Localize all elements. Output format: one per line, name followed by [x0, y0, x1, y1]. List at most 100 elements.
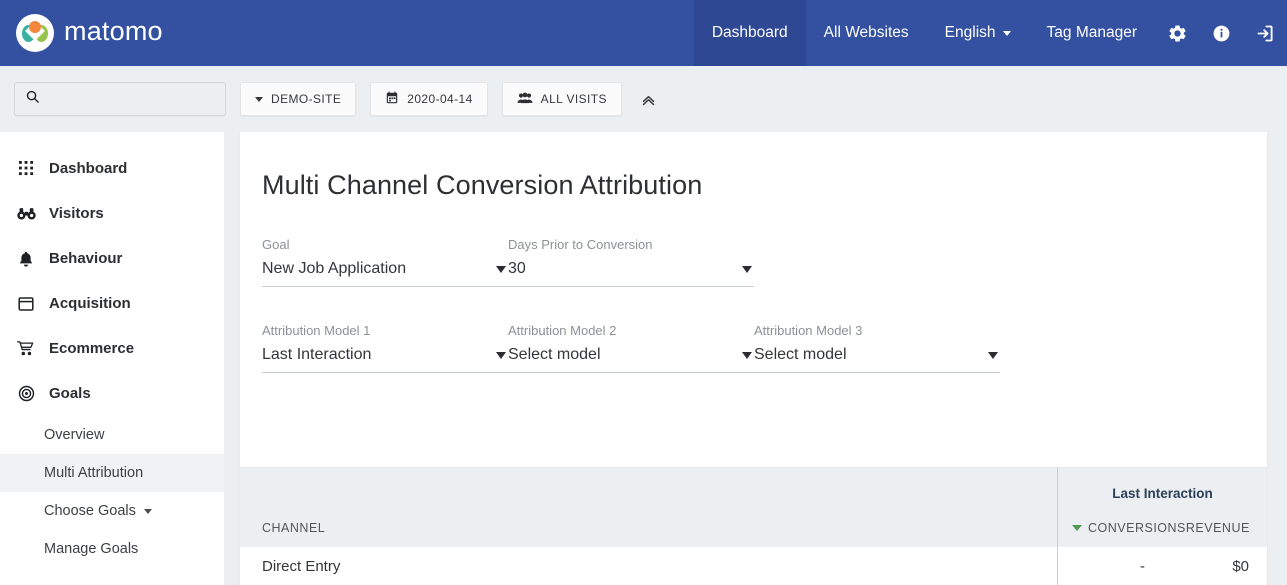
search-box[interactable] [14, 82, 226, 116]
goal-field: Goal New Job Application [262, 237, 508, 287]
bell-icon [16, 251, 36, 267]
content-card: Multi Channel Conversion Attribution Goa… [240, 132, 1267, 585]
sidebar-item-label: Ecommerce [49, 340, 135, 357]
column-header-revenue[interactable]: REVENUE [1186, 521, 1267, 535]
attribution-form-panel: Multi Channel Conversion Attribution Goa… [240, 132, 1267, 373]
chevron-down-icon [742, 265, 752, 273]
column-header-conversions[interactable]: CONVERSIONS [1058, 521, 1186, 535]
attribution-model-3-value: Select model [754, 346, 847, 363]
info-icon[interactable] [1199, 0, 1243, 66]
sidebar: Dashboard Visitors Behaviour Acquisition… [0, 132, 225, 585]
nav-item-all-websites[interactable]: All Websites [806, 0, 927, 66]
sidebar-item-label: Acquisition [49, 295, 131, 312]
days-prior-field-label: Days Prior to Conversion [508, 237, 653, 252]
search-icon [25, 89, 40, 109]
metrics-group-title: Last Interaction [1112, 486, 1213, 501]
sort-descending-icon [1072, 525, 1082, 531]
brand-name: matomo [64, 16, 163, 46]
sidebar-item-ecommerce[interactable]: Ecommerce [0, 326, 224, 371]
users-icon [517, 91, 533, 108]
calendar-icon [385, 91, 399, 108]
sidebar-subitem-manage-goals[interactable]: Manage Goals [0, 530, 224, 568]
sidebar-item-visitors[interactable]: Visitors [0, 191, 224, 236]
table-row[interactable]: Direct Entry [240, 547, 1057, 585]
segment-selector-label: ALL VISITS [540, 92, 607, 106]
column-header-conversions-label: CONVERSIONS [1088, 521, 1186, 535]
attribution-model-2-label: Attribution Model 2 [508, 323, 617, 338]
table-channel-column: CHANNEL Direct Entry [240, 468, 1057, 585]
page-title: Multi Channel Conversion Attribution [262, 170, 703, 200]
cell-channel: Direct Entry [262, 557, 341, 575]
goal-select[interactable]: New Job Application [262, 260, 508, 287]
column-header-channel[interactable]: CHANNEL [240, 521, 325, 547]
nav-item-label: Dashboard [711, 24, 788, 41]
cell-conversions: - [1140, 557, 1145, 575]
collapse-toggle-button[interactable] [636, 86, 662, 112]
brand-logo[interactable]: matomo [0, 0, 163, 66]
sidebar-subitem-choose-goals[interactable]: Choose Goals [0, 492, 224, 530]
nav-item-dashboard[interactable]: Dashboard [693, 0, 806, 66]
attribution-model-3-field: Attribution Model 3 Select model [754, 323, 1000, 373]
sidebar-subitem-overview[interactable]: Overview [0, 416, 224, 454]
sign-in-icon[interactable] [1243, 0, 1287, 66]
attribution-model-3-select[interactable]: Select model [754, 346, 1000, 373]
sidebar-subitem-multi-attribution[interactable]: Multi Attribution [0, 454, 224, 492]
sidebar-subitem-label: Overview [44, 427, 105, 443]
chevron-down-icon [255, 96, 263, 102]
sidebar-item-goals[interactable]: Goals [0, 371, 224, 416]
secondary-toolbar: DEMO-SITE 2020-04-14 ALL VISITS [0, 66, 1287, 132]
chevron-down-icon [988, 351, 998, 359]
sidebar-item-acquisition[interactable]: Acquisition [0, 281, 224, 326]
cell-revenue: $0 [1232, 557, 1249, 575]
column-header-revenue-label: REVENUE [1185, 521, 1250, 535]
sidebar-subitem-label: Manage Goals [44, 541, 139, 557]
shopping-cart-icon [16, 341, 36, 356]
attribution-model-2-field: Attribution Model 2 Select model [508, 323, 754, 373]
attribution-model-1-label: Attribution Model 1 [262, 323, 371, 338]
table-row-metrics[interactable]: - $0 [1058, 547, 1267, 585]
sidebar-item-label: Visitors [49, 205, 104, 222]
binoculars-icon [16, 207, 36, 221]
top-navbar: matomo Dashboard All Websites English Ta… [0, 0, 1287, 66]
table-metrics-group: Last Interaction CONVERSIONS REVENUE - $… [1057, 468, 1267, 585]
attribution-model-1-select[interactable]: Last Interaction [262, 346, 508, 373]
chevron-down-icon [496, 351, 506, 359]
gear-icon[interactable] [1155, 0, 1199, 66]
attribution-model-1-value: Last Interaction [262, 346, 372, 363]
table-header-metrics: Last Interaction CONVERSIONS REVENUE [1058, 468, 1267, 547]
sidebar-item-dashboard[interactable]: Dashboard [0, 146, 224, 191]
filters-row-primary: Goal New Job Application Days Prior to C… [262, 237, 1267, 287]
nav-item-label: All Websites [823, 24, 909, 41]
goal-field-label: Goal [262, 237, 290, 252]
sidebar-subitem-label: Multi Attribution [44, 465, 144, 481]
date-selector[interactable]: 2020-04-14 [370, 82, 488, 116]
sidebar-item-behaviour[interactable]: Behaviour [0, 236, 224, 281]
sidebar-item-label: Dashboard [49, 160, 128, 177]
nav-item-label: English [944, 24, 996, 41]
site-selector-label: DEMO-SITE [271, 92, 342, 106]
sidebar-item-label: Behaviour [49, 250, 123, 267]
grid-icon [16, 161, 36, 176]
chevron-down-icon [143, 508, 152, 514]
goal-select-value: New Job Application [262, 260, 407, 277]
nav-item-language[interactable]: English [927, 0, 1029, 66]
nav-item-label: Tag Manager [1046, 24, 1137, 41]
days-prior-select-value: 30 [508, 260, 526, 277]
chevron-down-icon [742, 351, 752, 359]
attribution-model-1-field: Attribution Model 1 Last Interaction [262, 323, 508, 373]
nav-item-tag-manager[interactable]: Tag Manager [1029, 0, 1155, 66]
attribution-table: CHANNEL Direct Entry Last Interaction CO… [240, 467, 1267, 585]
attribution-model-3-label: Attribution Model 3 [754, 323, 863, 338]
matomo-logo-icon [16, 14, 54, 52]
sidebar-subitem-label: Choose Goals [44, 503, 136, 519]
top-nav-items: Dashboard All Websites English Tag Manag… [693, 0, 1287, 66]
bullseye-icon [16, 385, 36, 402]
chevron-down-icon [1002, 30, 1011, 36]
days-prior-select[interactable]: 30 [508, 260, 754, 287]
attribution-model-2-select[interactable]: Select model [508, 346, 754, 373]
search-input[interactable] [48, 91, 215, 107]
table-header-channel: CHANNEL [240, 468, 1057, 547]
filters-row-models: Attribution Model 1 Last Interaction Att… [262, 323, 1267, 373]
site-selector[interactable]: DEMO-SITE [240, 82, 357, 116]
segment-selector[interactable]: ALL VISITS [501, 82, 622, 116]
